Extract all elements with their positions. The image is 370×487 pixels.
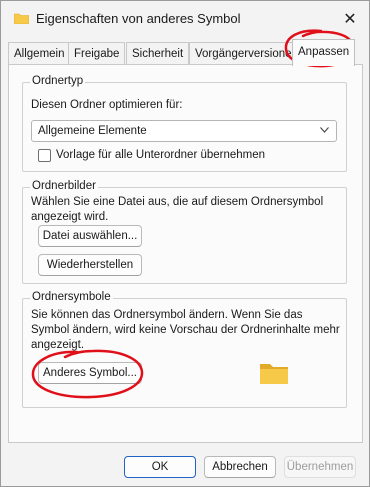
tab-panel-anpassen: Ordnertyp Diesen Ordner optimieren für: … xyxy=(8,64,363,443)
group-label-ordnersymbole: Ordnersymbole xyxy=(30,291,113,303)
apply-button[interactable]: Übernehmen xyxy=(284,456,356,478)
change-icon-button[interactable]: Anderes Symbol... xyxy=(38,362,142,384)
close-button[interactable]: ✕ xyxy=(331,1,369,37)
tab-vorgaengerversionen[interactable]: Vorgängerversionen xyxy=(189,42,304,64)
title-bar: Eigenschaften von anderes Symbol ✕ xyxy=(1,1,369,37)
tab-anpassen[interactable]: Anpassen xyxy=(292,39,356,66)
folder-type-select-value: Allgemeine Elemente xyxy=(38,125,147,137)
restore-button[interactable]: Wiederherstellen xyxy=(38,254,142,276)
ordnersymbole-description: Sie können das Ordnersymbol ändern. Wenn… xyxy=(31,309,340,351)
tab-sicherheit[interactable]: Sicherheit xyxy=(126,42,190,64)
template-checkbox[interactable] xyxy=(38,149,51,162)
folder-icon xyxy=(14,13,29,24)
template-checkbox-label: Vorlage für alle Unterordner übernehmen xyxy=(56,149,266,161)
folder-preview-icon xyxy=(260,364,288,384)
choose-file-button[interactable]: Datei auswählen... xyxy=(38,225,142,247)
close-icon: ✕ xyxy=(343,11,357,28)
tab-strip: Allgemein Freigabe Sicherheit Vorgängerv… xyxy=(8,39,368,66)
group-label-ordnerbilder: Ordnerbilder xyxy=(30,180,98,192)
tab-allgemein[interactable]: Allgemein xyxy=(8,42,71,64)
chevron-down-icon xyxy=(320,127,329,133)
optimize-label: Diesen Ordner optimieren für: xyxy=(31,99,183,111)
tab-freigabe[interactable]: Freigabe xyxy=(68,42,126,64)
window-title: Eigenschaften von anderes Symbol xyxy=(36,11,241,26)
folder-type-select[interactable]: Allgemeine Elemente xyxy=(31,120,337,142)
group-label-ordnertyp: Ordnertyp xyxy=(30,75,86,87)
ordnerbilder-description: Wählen Sie eine Datei aus, die auf diese… xyxy=(31,196,324,223)
ok-button[interactable]: OK xyxy=(124,456,196,478)
properties-dialog: Eigenschaften von anderes Symbol ✕ Allge… xyxy=(0,0,370,487)
cancel-button[interactable]: Abbrechen xyxy=(204,456,276,478)
